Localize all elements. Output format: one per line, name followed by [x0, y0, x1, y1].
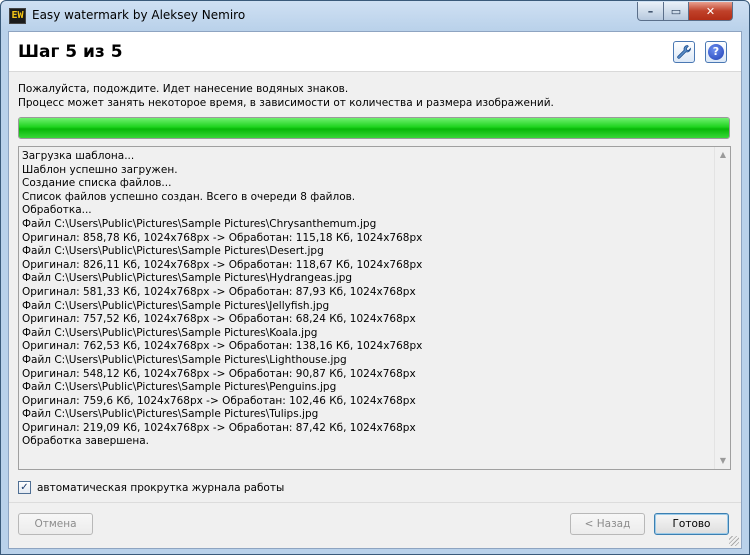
description-line-1: Пожалуйста, подождите. Идет нанесение во…	[18, 83, 349, 95]
maximize-icon: ▭	[670, 4, 682, 18]
done-button[interactable]: Готово	[654, 513, 729, 535]
cancel-button[interactable]: Отмена	[18, 513, 93, 535]
log-line: Файл C:\Users\Public\Pictures\Sample Pic…	[22, 245, 324, 258]
log-line: Файл C:\Users\Public\Pictures\Sample Pic…	[22, 217, 377, 230]
log-line: Создание списка файлов...	[22, 177, 172, 190]
progress-fill	[19, 118, 729, 138]
window-title: Easy watermark by Aleksey Nemiro	[32, 8, 246, 22]
log-line: Оригинал: 581,33 Кб, 1024x768px -> Обраб…	[22, 285, 416, 298]
title-bar[interactable]: EW Easy watermark by Aleksey Nemiro – ▭ …	[1, 1, 749, 31]
minimize-button[interactable]: –	[637, 2, 664, 21]
log-line: Оригинал: 219,09 Кб, 1024x768px -> Обраб…	[22, 421, 416, 434]
log-line: Оригинал: 548,12 Кб, 1024x768px -> Обраб…	[22, 367, 416, 380]
maximize-button[interactable]: ▭	[663, 2, 689, 21]
description: Пожалуйста, подождите. Идет нанесение во…	[18, 82, 554, 110]
log-line: Обработка завершена.	[22, 435, 150, 448]
help-button[interactable]: ?	[705, 41, 727, 63]
log-line: Файл C:\Users\Public\Pictures\Sample Pic…	[22, 326, 318, 339]
log-line: Оригинал: 759,6 Кб, 1024x768px -> Обрабо…	[22, 394, 416, 407]
minimize-icon: –	[647, 4, 654, 18]
log-line: Файл C:\Users\Public\Pictures\Sample Pic…	[22, 408, 319, 421]
close-button[interactable]: ✕	[688, 2, 733, 21]
scroll-up-icon[interactable]: ▲	[715, 147, 731, 163]
progress-bar	[18, 117, 730, 139]
close-icon: ✕	[705, 4, 716, 18]
app-window: EW Easy watermark by Aleksey Nemiro – ▭ …	[0, 0, 750, 555]
log-line: Оригинал: 858,78 Кб, 1024x768px -> Обраб…	[22, 231, 423, 244]
scroll-down-icon[interactable]: ▼	[715, 453, 731, 469]
page-title: Шаг 5 из 5	[18, 42, 123, 62]
log-line: Шаблон успешно загружен.	[22, 163, 178, 176]
autoscroll-checkbox[interactable]: ✓	[18, 481, 31, 494]
wrench-icon	[677, 45, 691, 59]
app-icon: EW	[9, 8, 26, 24]
resize-grip[interactable]	[729, 536, 739, 546]
wizard-header: Шаг 5 из 5 ?	[9, 32, 741, 72]
autoscroll-option[interactable]: ✓ автоматическая прокрутка журнала работ…	[18, 481, 284, 494]
log-line: Файл C:\Users\Public\Pictures\Sample Pic…	[22, 272, 353, 285]
autoscroll-label[interactable]: автоматическая прокрутка журнала работы	[37, 482, 284, 494]
log-line: Файл C:\Users\Public\Pictures\Sample Pic…	[22, 353, 347, 366]
log-line: Список файлов успешно создан. Всего в оч…	[22, 190, 356, 203]
settings-button[interactable]	[673, 41, 695, 63]
log-line: Загрузка шаблона...	[22, 150, 135, 162]
help-icon: ?	[708, 44, 724, 60]
back-button[interactable]: < Назад	[570, 513, 645, 535]
log-line: Файл C:\Users\Public\Pictures\Sample Pic…	[22, 381, 337, 394]
footer-divider	[9, 502, 741, 503]
log-line: Обработка...	[22, 204, 92, 217]
wizard-client-area: Шаг 5 из 5 ? Пожалуйста, подождите. Идет…	[8, 31, 742, 549]
log-textbox[interactable]: Загрузка шаблона... Шаблон успешно загруж…	[18, 146, 731, 470]
log-line: Оригинал: 826,11 Кб, 1024x768px -> Обраб…	[22, 258, 423, 271]
log-line: Оригинал: 757,52 Кб, 1024x768px -> Обраб…	[22, 313, 416, 326]
log-scrollbar[interactable]: ▲ ▼	[714, 147, 730, 469]
description-line-2: Процесс может занять некоторое время, в …	[18, 97, 554, 109]
log-lines: Загрузка шаблона... Шаблон успешно загруж…	[22, 150, 712, 449]
log-line: Оригинал: 762,53 Кб, 1024x768px -> Обраб…	[22, 340, 423, 353]
log-line: Файл C:\Users\Public\Pictures\Sample Pic…	[22, 299, 330, 312]
